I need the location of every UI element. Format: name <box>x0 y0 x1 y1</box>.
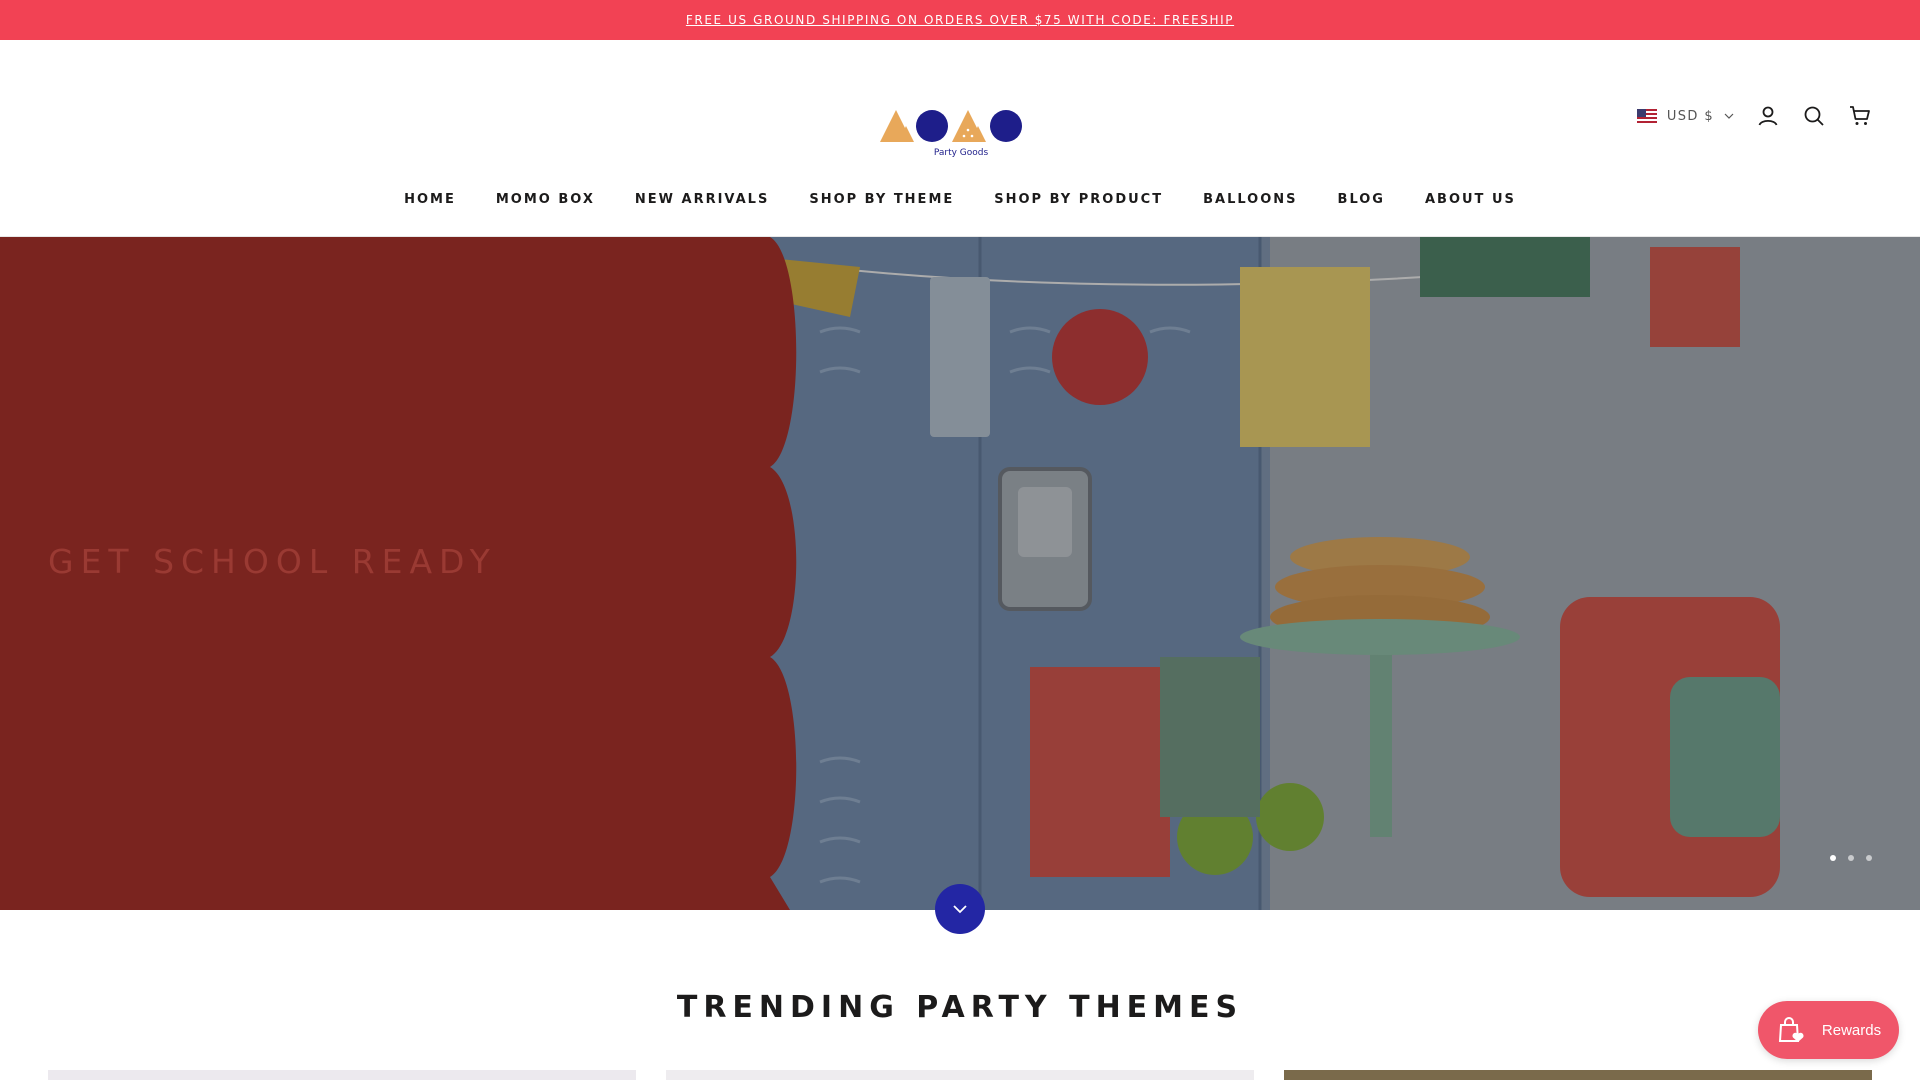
currency-label: USD $ <box>1666 108 1714 124</box>
theme-card[interactable] <box>666 1070 1254 1080</box>
cart-icon[interactable] <box>1848 104 1872 128</box>
nav-item-shop-by-theme[interactable]: SHOP BY THEME <box>809 192 954 207</box>
nav-item-new-arrivals[interactable]: NEW ARRIVALS <box>635 192 769 207</box>
main-nav: HOME MOMO BOX NEW ARRIVALS SHOP BY THEME… <box>0 192 1920 207</box>
slide-dot-2[interactable] <box>1848 855 1854 861</box>
theme-card[interactable] <box>48 1070 636 1080</box>
hero-slideshow[interactable]: GET SCHOOL READY <box>0 237 1920 910</box>
slide-dot-1[interactable] <box>1830 855 1836 861</box>
nav-item-balloons[interactable]: BALLOONS <box>1203 192 1297 207</box>
logo-subtitle: Party Goods <box>933 148 989 158</box>
nav-item-blog[interactable]: BLOG <box>1338 192 1385 207</box>
nav-item-about-us[interactable]: ABOUT US <box>1425 192 1516 207</box>
chevron-down-icon <box>1724 113 1734 119</box>
us-flag-icon <box>1636 109 1657 123</box>
logo-mark <box>880 110 1022 142</box>
search-icon[interactable] <box>1802 104 1826 128</box>
theme-card[interactable] <box>1284 1070 1872 1080</box>
header-tools: USD $ <box>1636 104 1872 128</box>
site-header: Party Goods USD $ HOME MOMO BOX NEW ARRI… <box>0 40 1920 237</box>
site-logo[interactable]: Party Goods <box>876 100 1046 164</box>
rewards-button[interactable]: Rewards <box>1758 1001 1899 1059</box>
shopping-bag-heart-icon <box>1778 1017 1804 1042</box>
slideshow-dots <box>1830 855 1872 861</box>
nav-item-momo-box[interactable]: MOMO BOX <box>496 192 595 207</box>
nav-item-shop-by-product[interactable]: SHOP BY PRODUCT <box>994 192 1163 207</box>
slide-dot-3[interactable] <box>1866 855 1872 861</box>
hero-title: GET SCHOOL READY <box>48 542 497 581</box>
currency-selector[interactable]: USD $ <box>1636 108 1734 124</box>
scroll-down-button[interactable] <box>935 884 985 934</box>
chevron-down-icon <box>953 905 967 914</box>
account-icon[interactable] <box>1756 104 1780 128</box>
nav-item-home[interactable]: HOME <box>404 192 456 207</box>
rewards-label: Rewards <box>1821 1021 1882 1039</box>
announcement-link[interactable]: FREE US GROUND SHIPPING ON ORDERS OVER $… <box>686 13 1234 27</box>
announcement-bar: FREE US GROUND SHIPPING ON ORDERS OVER $… <box>0 0 1920 40</box>
trending-themes-title: TRENDING PARTY THEMES <box>676 990 1244 1025</box>
